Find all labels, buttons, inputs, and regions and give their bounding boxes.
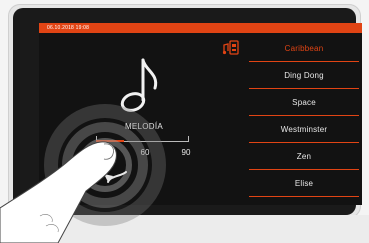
melody-option-zen[interactable]: Zen: [249, 143, 359, 170]
volume-tick-mid: 60: [140, 148, 150, 157]
melody-list: Caribbean Ding Dong Space Westminster Ze…: [249, 35, 359, 197]
melody-option-caribbean[interactable]: Caribbean: [249, 35, 359, 62]
volume-tick-low: 30: [91, 148, 101, 157]
melody-option-elise[interactable]: Elise: [249, 170, 359, 197]
background-surface: [0, 215, 369, 243]
melody-option-ding-dong[interactable]: Ding Dong: [249, 62, 359, 89]
volume-scale: 30 60 90: [88, 148, 208, 160]
melody-option-space[interactable]: Space: [249, 89, 359, 116]
melody-settings-icon[interactable]: [222, 39, 240, 57]
volume-tick-high: 90: [181, 148, 191, 157]
touch-screen: 06.10.2018 19:08 MELODÍA 30 60 90 Caribb…: [39, 23, 362, 205]
music-note-icon: [120, 58, 158, 112]
melody-option-westminster[interactable]: Westminster: [249, 116, 359, 143]
melody-title: MELODÍA: [124, 122, 164, 131]
status-bar: 06.10.2018 19:08: [39, 23, 362, 33]
volume-slider-fill: [96, 140, 124, 142]
status-datetime: 06.10.2018 19:08: [47, 25, 90, 31]
